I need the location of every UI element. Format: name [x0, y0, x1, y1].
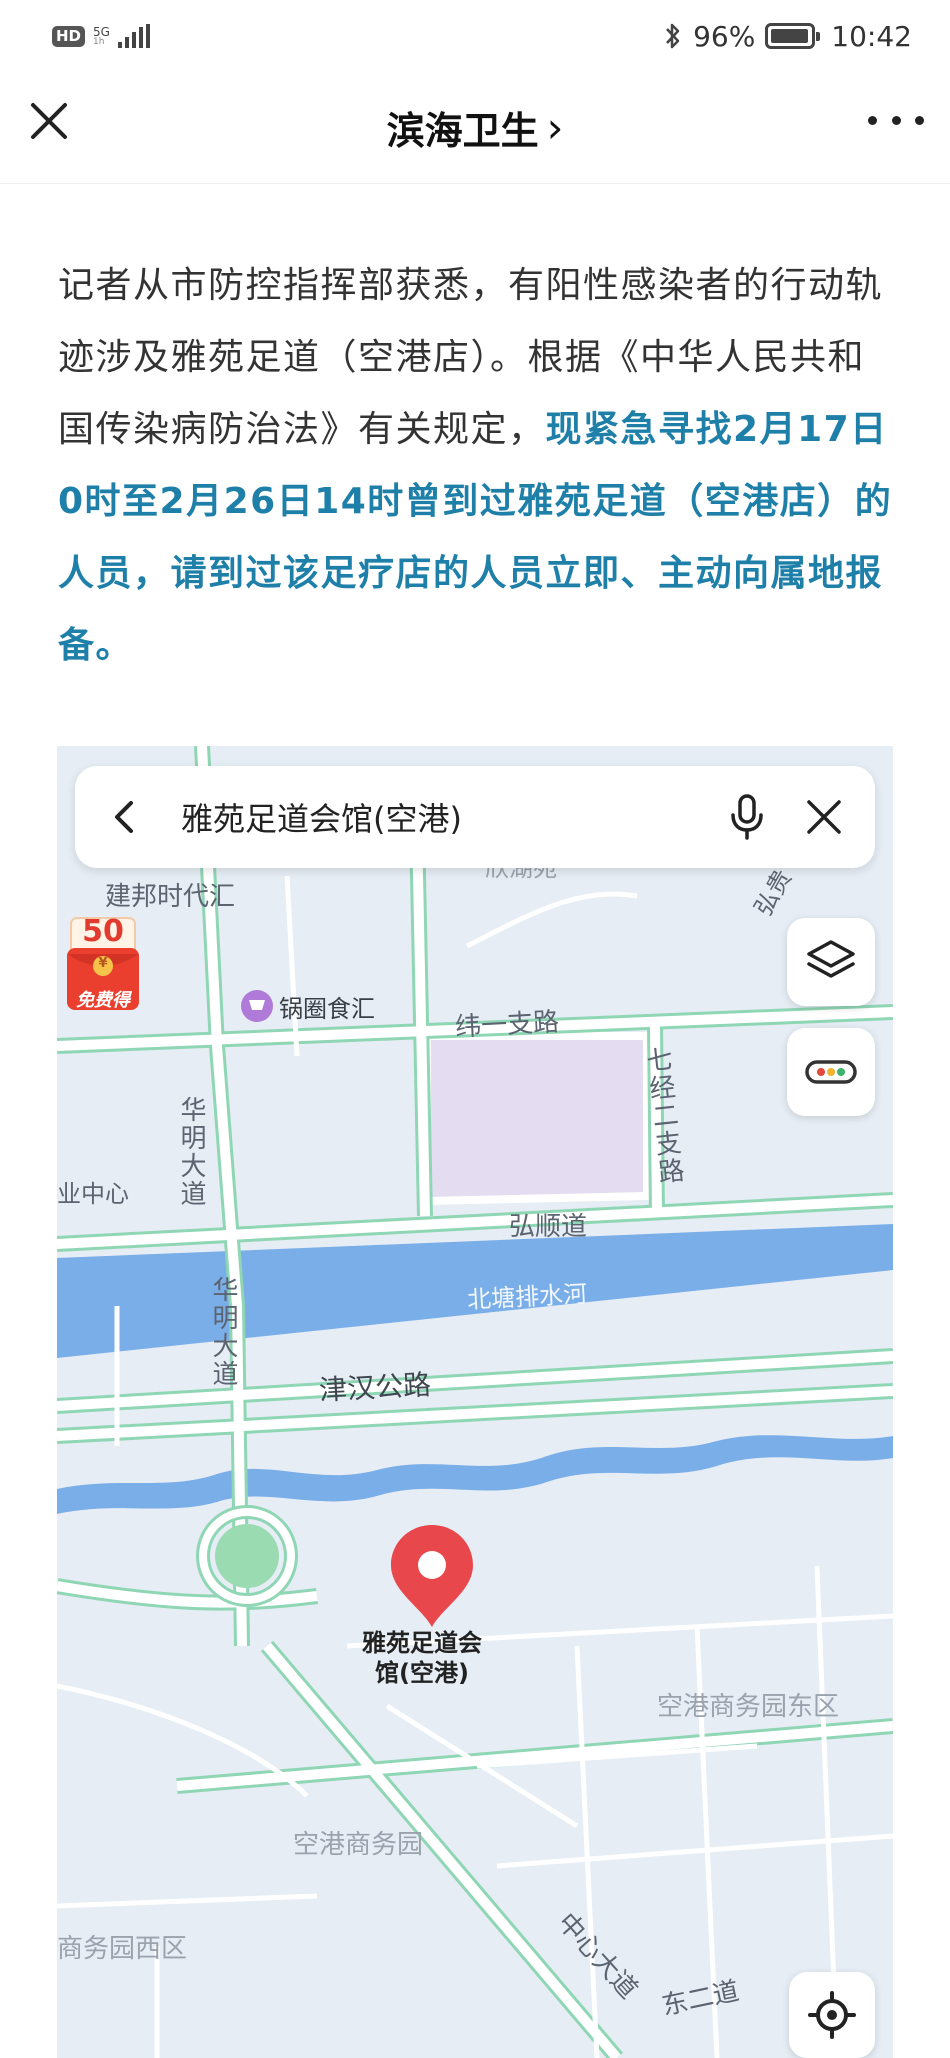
- road-label-jinhan: 津汉公路: [318, 1368, 432, 1407]
- network-label-top: 5G: [93, 24, 110, 39]
- status-left: HD 5G 1h: [52, 24, 150, 48]
- area-label-airport: 空港商务园: [293, 1830, 424, 1860]
- chevron-right-icon: ›: [546, 103, 564, 152]
- map-label-jianbang: 建邦时代汇: [105, 882, 236, 912]
- nav-bar: 滨海卫生 ›: [0, 72, 950, 184]
- map-search-query[interactable]: 雅苑足道会馆(空港): [181, 794, 727, 840]
- account-title-link[interactable]: 滨海卫生 ›: [387, 100, 564, 155]
- traffic-button[interactable]: [787, 1028, 875, 1116]
- status-bar: HD 5G 1h 96% 10:42: [0, 0, 950, 72]
- signal-icon: [117, 24, 150, 48]
- map-screenshot[interactable]: 建邦时代汇 锅圈食汇 纬一支路 七经二支路 弘顺道 北塘排水河 津汉公路 华明大…: [57, 746, 893, 2058]
- bluetooth-icon: [666, 23, 680, 49]
- promo-label: 免费得: [76, 990, 130, 1011]
- more-dot: [915, 115, 924, 125]
- more-button[interactable]: [868, 108, 924, 132]
- microphone-icon[interactable]: [727, 793, 767, 841]
- network-type: 5G 1h: [93, 26, 110, 47]
- poi-guoquan[interactable]: 锅圈食汇: [279, 989, 375, 1024]
- account-title: 滨海卫生: [386, 109, 539, 153]
- area-label-airport-west: 商务园西区: [57, 1934, 188, 1964]
- back-arrow-icon[interactable]: [105, 797, 145, 837]
- location-pin-icon[interactable]: [387, 1521, 477, 1631]
- hd-badge: HD: [52, 25, 86, 47]
- more-dot: [891, 115, 901, 125]
- promo-amount: 50: [82, 914, 124, 949]
- pin-label-line2: 馆(空港): [375, 1659, 469, 1687]
- map-label-yezhongxin: 业中心: [57, 1180, 129, 1208]
- locate-button[interactable]: [789, 1972, 875, 2058]
- battery-level: [771, 29, 808, 43]
- road-label-huaming-upper: 华明大道: [176, 1096, 206, 1208]
- layers-button[interactable]: [787, 918, 875, 1006]
- river-label-beitang: 北塘排水河: [466, 1279, 588, 1315]
- pin-label-line1: 雅苑足道会: [362, 1629, 482, 1657]
- road-label-weiyi: 纬一支路: [454, 1007, 560, 1043]
- network-label-bottom: 1h: [93, 36, 105, 47]
- battery-icon: [765, 23, 821, 49]
- battery-percent: 96%: [693, 19, 756, 53]
- road-label-hongshun: 弘顺道: [509, 1212, 588, 1242]
- status-right: 96% 10:42: [663, 20, 912, 53]
- map-search-bar[interactable]: 雅苑足道会馆(空港): [75, 766, 875, 868]
- article-paragraph: 记者从市防控指挥部获悉，有阳性感染者的行动轨迹涉及雅苑足道（空港店）。根据《中华…: [58, 250, 898, 682]
- traffic-icon: [805, 1060, 857, 1084]
- layers-icon: [807, 940, 855, 978]
- clear-icon[interactable]: [803, 796, 845, 838]
- promo-red-packet[interactable]: 50 ¥ 免费得: [65, 914, 141, 1014]
- close-icon[interactable]: [28, 100, 70, 142]
- clock: 10:42: [831, 19, 912, 53]
- map-canvas: [57, 746, 893, 2058]
- road-label-huaming-lower: 华明大道: [208, 1276, 238, 1388]
- more-dot: [868, 115, 877, 125]
- area-label-airport-east: 空港商务园东区: [657, 1692, 840, 1722]
- pin-label[interactable]: 雅苑足道会 馆(空港): [347, 1628, 497, 1688]
- locate-icon: [808, 1991, 856, 2039]
- promo-coin: ¥: [98, 956, 108, 971]
